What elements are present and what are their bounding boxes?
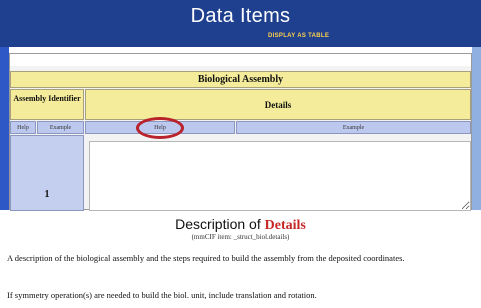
details-header: Details: [85, 89, 471, 120]
description-heading-term: Details: [264, 218, 306, 233]
table-top-strip: [10, 54, 471, 66]
page-title: Data Items: [190, 5, 291, 27]
assembly-identifier-header: Assembly Identifier: [10, 89, 84, 120]
details-example-link[interactable]: Example: [236, 121, 471, 134]
description-heading: Description of Details: [0, 216, 481, 234]
table-caption: Biological Assembly: [10, 71, 471, 88]
description-heading-prefix: Description of: [175, 216, 261, 232]
assembly-example-link[interactable]: Example: [37, 121, 84, 134]
assembly-id-cell: 1: [10, 135, 84, 211]
help-highlight-circle[interactable]: [136, 117, 184, 139]
description-paragraph: A description of the biological assembly…: [7, 253, 405, 263]
left-accent-bar: [0, 47, 9, 210]
display-as-table-link[interactable]: DISPLAY AS TABLE: [268, 33, 329, 39]
description-subtitle: (mmCIF item: _struct_biol.details): [191, 233, 290, 241]
description-paragraph: If symmetry operation(s) are needed to b…: [7, 290, 317, 300]
assembly-help-link[interactable]: Help: [10, 121, 36, 134]
details-textarea[interactable]: [89, 141, 471, 211]
right-scrollbar[interactable]: [472, 47, 481, 210]
